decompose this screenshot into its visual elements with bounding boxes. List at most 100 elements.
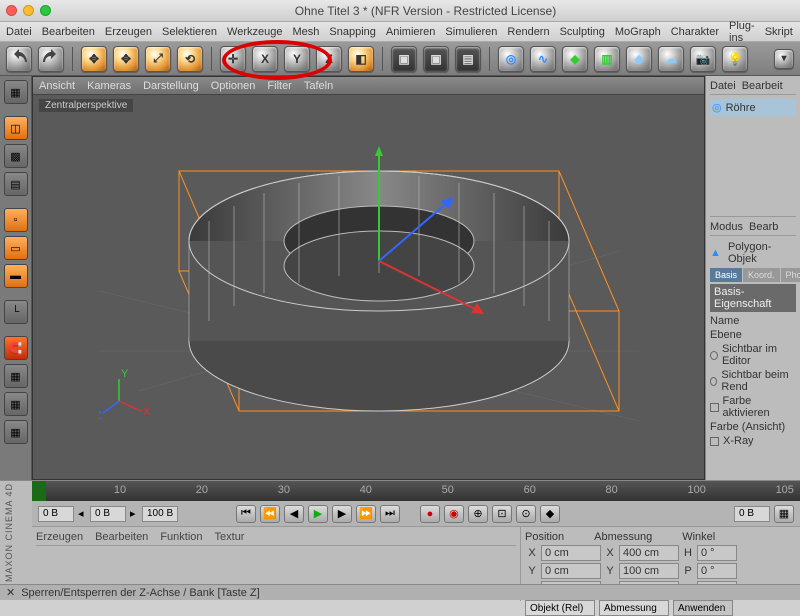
prop-x-ray[interactable]: X-Ray	[710, 434, 796, 448]
menu-bearbeiten[interactable]: Bearbeiten	[42, 26, 95, 38]
key-rot[interactable]: ⊙	[516, 505, 536, 523]
timeline[interactable]: 010203040506080100105	[32, 481, 800, 501]
menu-datei[interactable]: Datei	[6, 26, 32, 38]
prev-frame[interactable]: ◀	[284, 505, 304, 523]
menu-snapping[interactable]: Snapping	[329, 26, 376, 38]
next-frame[interactable]: ▶	[332, 505, 352, 523]
render-settings[interactable]: ▤	[455, 46, 481, 72]
timeline-options[interactable]: ▦	[774, 505, 794, 523]
menu-werkzeuge[interactable]: Werkzeuge	[227, 26, 282, 38]
coord-Y-ang[interactable]: 0 °	[697, 563, 737, 579]
layout-menu[interactable]: ▾	[774, 49, 794, 69]
add-primitive[interactable]: ◎	[498, 46, 524, 72]
axis-mode[interactable]: └	[4, 300, 28, 324]
edge-mode[interactable]: ▭	[4, 236, 28, 260]
apply-button[interactable]: Anwenden	[673, 600, 733, 616]
object-entry[interactable]: ◎ Röhre	[710, 99, 796, 116]
point-mode[interactable]: ▫	[4, 208, 28, 232]
menu-sculpting[interactable]: Sculpting	[560, 26, 605, 38]
tab-bearbeiten[interactable]: Bearbeiten	[95, 531, 148, 543]
close-window[interactable]	[6, 5, 17, 16]
menu-mograph[interactable]: MoGraph	[615, 26, 661, 38]
scale-tool[interactable]: ⤢	[145, 46, 171, 72]
planar-workplane[interactable]: ▦	[4, 420, 28, 444]
menu-animieren[interactable]: Animieren	[386, 26, 436, 38]
locked-workplane[interactable]: ▦	[4, 392, 28, 416]
key-scale[interactable]: ⊡	[492, 505, 512, 523]
menu-simulieren[interactable]: Simulieren	[445, 26, 497, 38]
coord-mode-select[interactable]: Abmessung	[599, 600, 669, 616]
add-deformer[interactable]: ◈	[626, 46, 652, 72]
record-key[interactable]: ●	[420, 505, 440, 523]
add-spline[interactable]: ∿	[530, 46, 556, 72]
coord-Y-pos[interactable]: 0 cm	[541, 563, 601, 579]
add-camera[interactable]: 📷	[690, 46, 716, 72]
add-modeling[interactable]: ▥	[594, 46, 620, 72]
axis-x-lock[interactable]: X	[252, 46, 278, 72]
make-editable[interactable]: ▦	[4, 80, 28, 104]
menu-mesh[interactable]: Mesh	[292, 26, 319, 38]
goto-start[interactable]: ⏮	[236, 505, 256, 523]
vpmenu-tafeln[interactable]: Tafeln	[304, 80, 333, 92]
vpmenu-darstellung[interactable]: Darstellung	[143, 80, 199, 92]
undo-button[interactable]	[6, 46, 32, 72]
snap-toggle[interactable]: 🧲	[4, 336, 28, 360]
coord-X-pos[interactable]: 0 cm	[541, 545, 601, 561]
model-mode[interactable]: ◫	[4, 116, 28, 140]
vpmenu-filter[interactable]: Filter	[267, 80, 291, 92]
range-end[interactable]: 100 B	[142, 506, 178, 522]
last-tool[interactable]: ✛	[220, 46, 246, 72]
menu-erzeugen[interactable]: Erzeugen	[105, 26, 152, 38]
tab-funktion[interactable]: Funktion	[160, 531, 202, 543]
add-light[interactable]: 💡	[722, 46, 748, 72]
select-tool[interactable]: ✥	[81, 46, 107, 72]
vpmenu-kameras[interactable]: Kameras	[87, 80, 131, 92]
coord-X-ang[interactable]: 0 °	[697, 545, 737, 561]
prop-sichtbar-beim-rend[interactable]: Sichtbar beim Rend	[710, 368, 796, 394]
rotate-tool[interactable]: ⟲	[177, 46, 203, 72]
axis-z-lock[interactable]: Z	[316, 46, 342, 72]
menu-charakter[interactable]: Charakter	[671, 26, 719, 38]
prop-farbe-aktivieren[interactable]: Farbe aktivieren	[710, 394, 796, 420]
range-start[interactable]: 0 B	[38, 506, 74, 522]
key-param[interactable]: ◆	[540, 505, 560, 523]
workplane-snap[interactable]: ▦	[4, 364, 28, 388]
coord-X-dim[interactable]: 400 cm	[619, 545, 679, 561]
workplane-mode[interactable]: ▤	[4, 172, 28, 196]
current-frame[interactable]: 0 B	[90, 506, 126, 522]
coord-Y-dim[interactable]: 100 cm	[619, 563, 679, 579]
autokey[interactable]: ◉	[444, 505, 464, 523]
redo-button[interactable]	[38, 46, 64, 72]
prop-name: Name	[710, 314, 796, 328]
coord-system[interactable]: ◧	[348, 46, 374, 72]
svg-text:Y: Y	[121, 368, 129, 380]
menu-rendern[interactable]: Rendern	[507, 26, 549, 38]
zoom-window[interactable]	[40, 5, 51, 16]
render-picture-viewer[interactable]: ▣	[423, 46, 449, 72]
minimize-window[interactable]	[23, 5, 34, 16]
tab-textur[interactable]: Textur	[215, 531, 245, 543]
goto-next-key[interactable]: ⏩	[356, 505, 376, 523]
add-environment[interactable]: ☁	[658, 46, 684, 72]
add-nurbs[interactable]: ◆	[562, 46, 588, 72]
goto-end[interactable]: ⏭	[380, 505, 400, 523]
menu-plug-ins[interactable]: Plug-ins	[729, 20, 755, 44]
vpmenu-optionen[interactable]: Optionen	[211, 80, 256, 92]
range-slider[interactable]: 0 B	[734, 506, 770, 522]
prop-sichtbar-im-editor[interactable]: Sichtbar im Editor	[710, 342, 796, 368]
key-pos[interactable]: ⊕	[468, 505, 488, 523]
render-view[interactable]: ▣	[391, 46, 417, 72]
menu-skript[interactable]: Skript	[765, 26, 793, 38]
coord-space-select[interactable]: Objekt (Rel)	[525, 600, 595, 616]
vpmenu-ansicht[interactable]: Ansicht	[39, 80, 75, 92]
menu-selektieren[interactable]: Selektieren	[162, 26, 217, 38]
svg-text:X: X	[143, 406, 151, 418]
play[interactable]: ▶	[308, 505, 328, 523]
goto-prev-key[interactable]: ⏪	[260, 505, 280, 523]
texture-mode[interactable]: ▩	[4, 144, 28, 168]
move-tool[interactable]: ✥	[113, 46, 139, 72]
tab-erzeugen[interactable]: Erzeugen	[36, 531, 83, 543]
axis-y-lock[interactable]: Y	[284, 46, 310, 72]
viewport-scene[interactable]: Y X Z	[99, 91, 639, 431]
polygon-mode[interactable]: ▬	[4, 264, 28, 288]
